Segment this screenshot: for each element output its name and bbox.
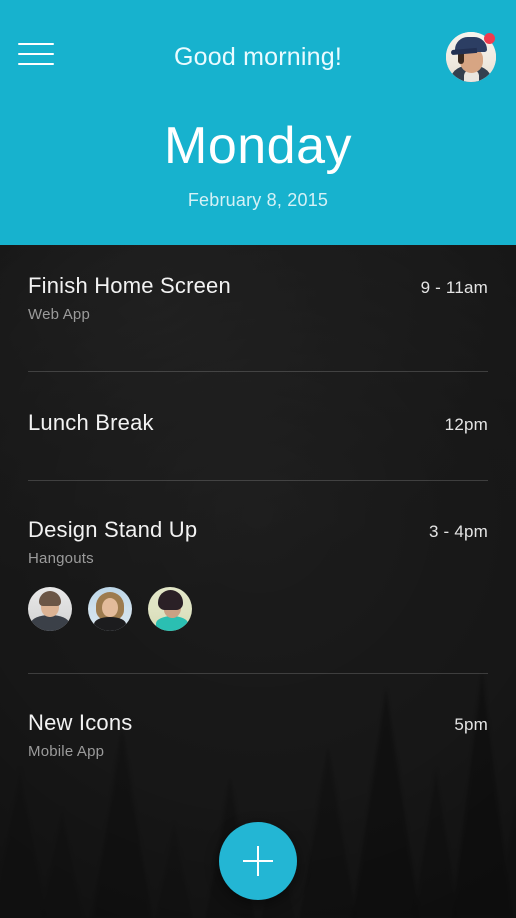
task-time: 9 - 11am bbox=[420, 278, 488, 297]
attendee-avatar-2[interactable] bbox=[88, 587, 132, 631]
attendee-face bbox=[102, 598, 118, 617]
greeting-text: Good morning! bbox=[174, 43, 342, 71]
attendee-hair bbox=[39, 591, 61, 606]
task-header: Design Stand Up 3 - 4pm bbox=[28, 517, 488, 543]
task-subtitle: Mobile App bbox=[28, 743, 105, 760]
attendee-avatars bbox=[28, 587, 488, 631]
attendee-body bbox=[31, 615, 69, 631]
task-title: Design Stand Up bbox=[28, 517, 198, 542]
attendee-body bbox=[94, 617, 126, 631]
attendee-body bbox=[156, 616, 188, 631]
list-item[interactable]: Lunch Break 12pm bbox=[0, 372, 516, 480]
task-time: 3 - 4pm bbox=[428, 522, 488, 541]
date-label: February 8, 2015 bbox=[187, 190, 329, 210]
task-time: 12pm bbox=[444, 415, 488, 434]
notification-badge-icon[interactable] bbox=[484, 33, 495, 44]
task-subtitle: Web App bbox=[28, 306, 91, 323]
list-item[interactable]: Finish Home Screen 9 - 11am Web App bbox=[0, 273, 516, 371]
list-item[interactable]: New Icons 5pm Mobile App bbox=[0, 674, 516, 760]
task-title: New Icons bbox=[28, 710, 133, 735]
task-header: Lunch Break 12pm bbox=[28, 410, 488, 436]
attendee-avatar-3[interactable] bbox=[148, 587, 192, 631]
task-title: Finish Home Screen bbox=[28, 273, 231, 298]
task-list: Finish Home Screen 9 - 11am Web App Lunc… bbox=[0, 245, 516, 760]
avatar-container[interactable] bbox=[446, 32, 496, 82]
task-time: 5pm bbox=[454, 715, 488, 734]
list-item[interactable]: Design Stand Up 3 - 4pm Hangouts bbox=[0, 481, 516, 673]
task-title: Lunch Break bbox=[28, 410, 154, 435]
add-task-button[interactable] bbox=[219, 822, 297, 900]
task-header: New Icons 5pm bbox=[28, 710, 488, 736]
task-list-area: Finish Home Screen 9 - 11am Web App Lunc… bbox=[0, 245, 516, 918]
attendee-avatar-1[interactable] bbox=[28, 587, 72, 631]
plus-icon-vertical bbox=[257, 846, 259, 876]
page-title: Monday bbox=[164, 117, 352, 175]
app-screen: Good morning! Monday February 8, 2015 Fi… bbox=[0, 0, 516, 918]
header: Good morning! Monday February 8, 2015 bbox=[0, 0, 516, 245]
task-header: Finish Home Screen 9 - 11am bbox=[28, 273, 488, 299]
task-subtitle: Hangouts bbox=[28, 550, 94, 567]
attendee-hair bbox=[158, 590, 183, 610]
